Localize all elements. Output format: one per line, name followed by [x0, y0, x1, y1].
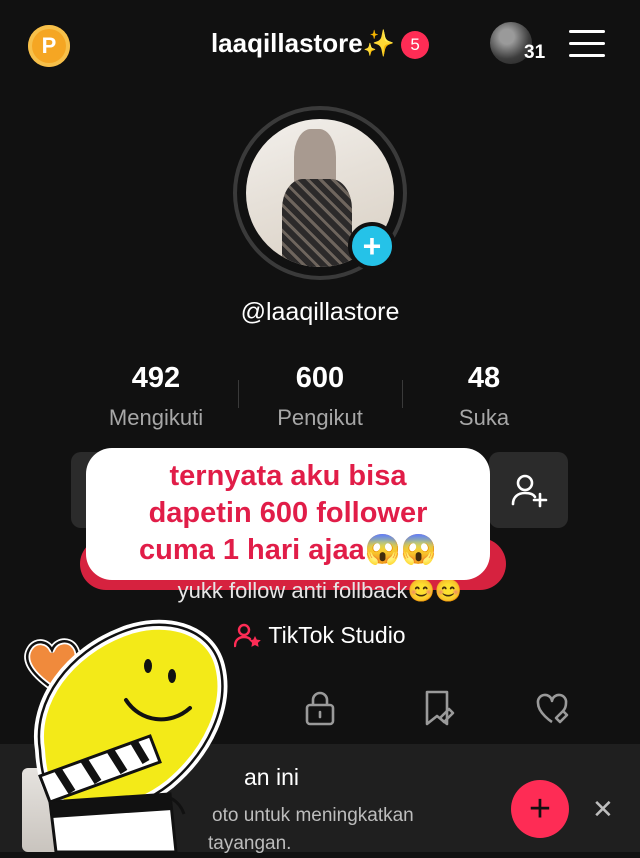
- stat-likes-value: 48: [467, 362, 501, 394]
- close-icon[interactable]: ✕: [592, 794, 614, 825]
- menu-icon[interactable]: [569, 30, 605, 58]
- stat-following[interactable]: 492 Mengikuti: [76, 362, 236, 431]
- add-user-icon: [511, 474, 547, 508]
- stat-likes[interactable]: 48 Suka: [404, 362, 564, 431]
- studio-label: TikTok Studio: [268, 622, 406, 648]
- caption-line: dapetin 600 follower: [148, 497, 428, 529]
- friends-count: 31: [524, 42, 546, 63]
- stat-followers[interactable]: 600 Pengikut: [240, 362, 400, 431]
- stat-likes-label: Suka: [458, 405, 510, 430]
- username-text: laaqillastore✨: [210, 28, 396, 58]
- stat-following-label: Mengikuti: [108, 405, 204, 430]
- bookmark-icon[interactable]: [420, 688, 456, 728]
- caption-line: cuma 1 hari ajaa😱😱: [139, 534, 437, 566]
- stat-followers-value: 600: [295, 362, 345, 394]
- sticker-lemon-clapper: [24, 619, 228, 852]
- stat-divider: [238, 380, 239, 408]
- stat-followers-label: Pengikut: [277, 405, 363, 430]
- lock-icon[interactable]: [302, 688, 338, 728]
- caption-line: ternyata aku bisa: [169, 460, 407, 492]
- notification-badge: 5: [401, 31, 430, 60]
- caption-overlay: ternyata aku bisa dapetin 600 follower c…: [86, 448, 490, 580]
- stat-divider: [402, 380, 403, 408]
- stat-following-value: 492: [131, 362, 181, 394]
- create-post-button[interactable]: +: [511, 780, 569, 838]
- profile-handle: @laaqillastore: [240, 298, 400, 326]
- liked-heart-icon[interactable]: [534, 688, 570, 728]
- add-friend-button[interactable]: [489, 452, 568, 528]
- add-avatar-button[interactable]: +: [348, 222, 396, 270]
